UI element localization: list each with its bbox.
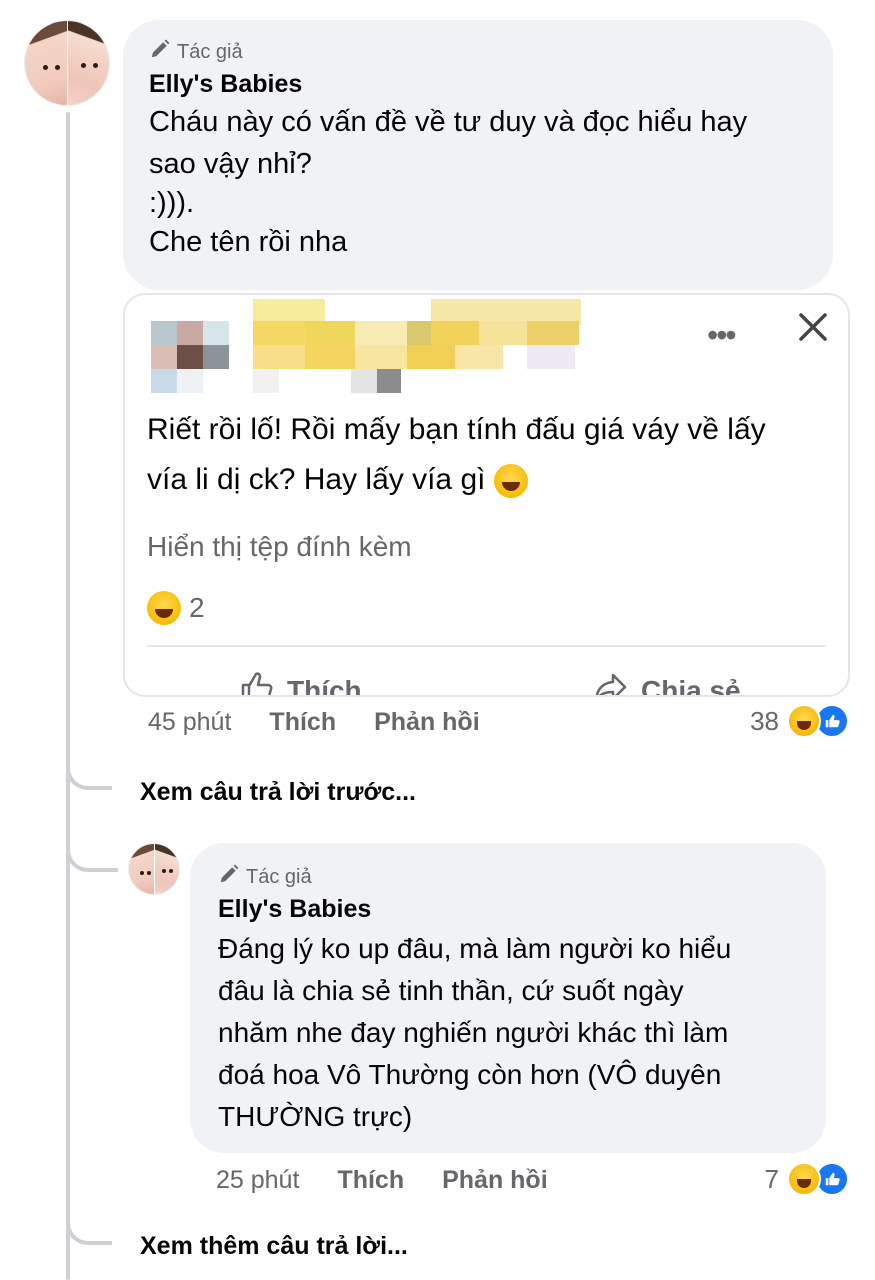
avatar[interactable] xyxy=(24,20,110,106)
post-line: vía li dị ck? Hay lấy vía gì xyxy=(147,463,486,496)
post-reaction-count: 2 xyxy=(189,592,205,623)
view-previous-replies[interactable]: Xem câu trả lời trước... xyxy=(140,778,416,807)
comment-line: Che tên rồi nha xyxy=(149,226,348,258)
pencil-icon xyxy=(218,863,240,891)
like-button[interactable]: Thích xyxy=(269,708,336,737)
comment-line: :))). xyxy=(149,187,195,219)
comment-actions: 45 phút Thích Phản hồi xyxy=(148,708,518,737)
thread-connector xyxy=(66,1195,112,1245)
comment-bubble[interactable]: Tác giả Elly's Babies Cháu này có vấn đề… xyxy=(123,20,833,290)
post-line: Riết rồi lố! Rồi mấy bạn tính đấu giá vá… xyxy=(147,413,766,446)
comment-line: THƯỜNG trực) xyxy=(218,1101,413,1132)
show-attachment-link[interactable]: Hiển thị tệp đính kèm xyxy=(147,531,412,563)
author-badge: Tác giả xyxy=(218,863,798,891)
comment-actions: 25 phút Thích Phản hồi xyxy=(216,1166,586,1195)
comment-line: đâu là chia sẻ tinh thần, cứ suốt ngày xyxy=(218,975,684,1006)
divider xyxy=(147,645,826,647)
reply-button[interactable]: Phản hồi xyxy=(442,1166,548,1195)
thread-line-main xyxy=(66,112,70,1280)
author-badge: Tác giả xyxy=(149,38,807,66)
shared-post-card[interactable]: ••• Riết rồi lố! Rồi mấy bạn tính đấu gi… xyxy=(123,293,850,697)
reaction-count: 7 xyxy=(764,1163,779,1194)
comment-line: Cháu này có vấn đề về tư duy và đọc hiểu… xyxy=(149,106,748,138)
avatar[interactable] xyxy=(128,843,180,895)
like-button[interactable]: Thích xyxy=(337,1166,404,1195)
comment-line: sao vậy nhỉ? xyxy=(149,148,312,180)
author-name[interactable]: Elly's Babies xyxy=(218,895,798,924)
post-share-label: Chia sẻ xyxy=(641,674,741,697)
laugh-emoji-icon xyxy=(147,591,181,625)
pencil-icon xyxy=(149,38,171,66)
more-dots-icon[interactable]: ••• xyxy=(707,317,737,354)
comment-text: Cháu này có vấn đề về tư duy và đọc hiểu… xyxy=(149,101,807,263)
laugh-emoji-icon xyxy=(787,1162,821,1196)
reaction-summary[interactable]: 7 xyxy=(765,1162,849,1196)
reaction-summary[interactable]: 38 xyxy=(750,704,849,738)
post-share-button[interactable]: Chia sẻ xyxy=(591,667,741,697)
close-icon[interactable] xyxy=(793,307,833,347)
timestamp[interactable]: 25 phút xyxy=(216,1166,299,1195)
laugh-emoji-icon xyxy=(787,704,821,738)
comment-line: đoá hoa Vô Thường còn hơn (VÔ duyên xyxy=(218,1059,722,1090)
reply-button[interactable]: Phản hồi xyxy=(374,708,480,737)
comment-text: Đáng lý ko up đâu, mà làm người ko hiểu … xyxy=(218,928,798,1138)
thumbs-up-icon xyxy=(237,667,277,695)
comment-line: nhăm nhe đay nghiến người khác thì làm xyxy=(218,1017,729,1048)
post-like-label: Thích xyxy=(287,674,362,697)
reaction-count: 38 xyxy=(750,705,779,736)
author-name[interactable]: Elly's Babies xyxy=(149,70,807,99)
comment-bubble[interactable]: Tác giả Elly's Babies Đáng lý ko up đâu,… xyxy=(190,843,826,1153)
author-badge-label: Tác giả xyxy=(246,865,312,888)
view-more-replies[interactable]: Xem thêm câu trả lời... xyxy=(140,1232,408,1261)
shared-post-text: Riết rồi lố! Rồi mấy bạn tính đấu giá vá… xyxy=(147,405,837,505)
comment-line: Đáng lý ko up đâu, mà làm người ko hiểu xyxy=(218,933,732,964)
thread-connector xyxy=(66,740,112,790)
thread-connector xyxy=(66,820,118,872)
post-like-button[interactable]: Thích xyxy=(237,667,362,697)
share-arrow-icon xyxy=(591,667,631,695)
post-reactions[interactable]: 2 xyxy=(147,591,205,625)
timestamp[interactable]: 45 phút xyxy=(148,708,231,737)
author-badge-label: Tác giả xyxy=(177,40,243,63)
laugh-cry-emoji-icon xyxy=(493,464,528,499)
